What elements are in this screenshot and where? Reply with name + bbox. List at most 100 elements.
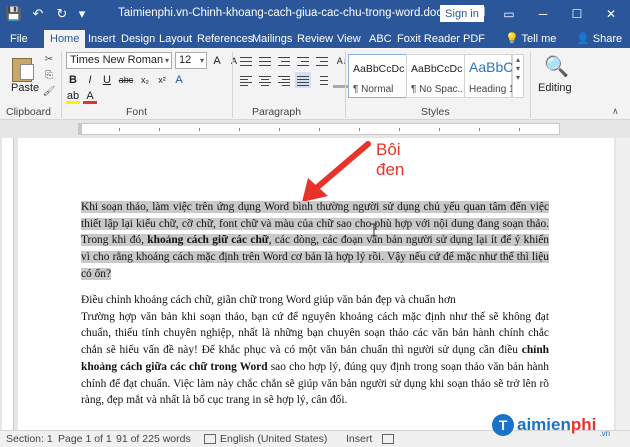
maximize-icon[interactable]: ☐ xyxy=(560,0,594,28)
tab-home[interactable]: Home xyxy=(44,30,86,48)
customize-qat-icon[interactable]: ▾ xyxy=(76,4,88,24)
logo-text-b: phi xyxy=(570,415,597,434)
align-center-icon[interactable] xyxy=(257,72,273,88)
numbering-icon[interactable] xyxy=(257,53,273,69)
increase-indent-icon[interactable] xyxy=(314,53,330,69)
grow-font-icon[interactable]: A xyxy=(210,53,224,69)
save-icon[interactable]: 💾 xyxy=(4,4,24,24)
tab-abc[interactable]: ABC xyxy=(369,30,392,48)
style-preview: AaBbCcDc xyxy=(411,63,463,75)
word-count[interactable]: 91 of 225 words xyxy=(116,433,191,445)
style-normal[interactable]: AaBbCcDc ¶ Normal xyxy=(348,54,408,98)
annotation-line-1: Bôi xyxy=(376,140,401,159)
sign-in-button[interactable]: Sign in xyxy=(440,5,484,22)
quick-access-toolbar: 💾 ↶ ↻ ▾ xyxy=(4,4,88,24)
vertical-ruler[interactable] xyxy=(2,138,14,430)
macro-recording-icon[interactable] xyxy=(382,434,394,444)
styles-gallery-scroll[interactable]: ▴ ▾ ▾ xyxy=(512,54,524,98)
style-heading-1[interactable]: AaBbC Heading 1 xyxy=(464,54,515,98)
language-indicator[interactable]: English (United States) xyxy=(220,433,327,445)
tab-mailings[interactable]: Mailings xyxy=(252,30,292,48)
page-indicator[interactable]: Page 1 of 1 xyxy=(58,433,112,445)
style-no-spacing[interactable]: AaBbCcDc ¶ No Spac... xyxy=(406,54,466,98)
text-cursor-icon xyxy=(371,223,377,237)
tab-design[interactable]: Design xyxy=(121,30,155,48)
minimize-icon[interactable]: ─ xyxy=(526,0,560,28)
justify-icon[interactable] xyxy=(295,72,311,88)
group-divider xyxy=(345,52,346,118)
tab-review[interactable]: Review xyxy=(297,30,333,48)
editing-button[interactable]: Editing xyxy=(538,82,572,94)
style-name: ¶ Normal xyxy=(353,84,394,95)
chevron-down-icon: ▾ xyxy=(199,56,204,65)
font-row-2: B I U abc x₂ x² A xyxy=(66,72,186,88)
tell-me-search[interactable]: 💡 Tell me xyxy=(505,30,556,48)
format-painter-icon[interactable]: 🖌 xyxy=(42,86,56,98)
logo-text-a: aimien xyxy=(517,415,571,434)
vertical-scrollbar[interactable] xyxy=(616,138,630,430)
cut-icon[interactable]: ✂ xyxy=(42,54,56,66)
undo-icon[interactable]: ↶ xyxy=(28,4,48,24)
logo-text: aimienphi xyxy=(517,415,596,435)
paste-icon[interactable] xyxy=(10,54,34,82)
font-row-1: A A xyxy=(210,53,241,69)
clipboard-group-label: Clipboard xyxy=(6,106,51,118)
font-row-3: ab A xyxy=(66,88,97,104)
ribbon-display-options-icon[interactable]: ▭ xyxy=(492,0,526,28)
align-right-icon[interactable] xyxy=(276,72,292,88)
multilevel-list-icon[interactable] xyxy=(276,53,292,69)
close-icon[interactable]: ✕ xyxy=(594,0,628,28)
tab-file[interactable]: File xyxy=(10,30,28,48)
window-title: Taimienphi.vn-Chinh-khoang-cach-giua-cac… xyxy=(118,7,486,19)
font-name-dropdown[interactable]: Times New Roman ▾ xyxy=(66,52,172,69)
body-paragraph[interactable]: Điều chỉnh khoảng cách chữ, giãn chữ tro… xyxy=(81,292,549,409)
align-left-icon[interactable] xyxy=(238,72,254,88)
tab-foxit-reader-pdf[interactable]: Foxit Reader PDF xyxy=(397,30,485,48)
bullets-icon[interactable] xyxy=(238,53,254,69)
italic-button[interactable]: I xyxy=(83,72,97,88)
highlight-color-icon[interactable]: ab xyxy=(66,88,80,104)
group-divider xyxy=(61,52,62,118)
copy-icon[interactable]: ⎘ xyxy=(42,70,56,82)
logo-mark: T xyxy=(492,414,514,436)
font-color-icon[interactable]: A xyxy=(83,88,97,104)
superscript-button[interactable]: x² xyxy=(155,72,169,88)
share-button[interactable]: 👤 Share xyxy=(576,30,622,48)
paste-button-label[interactable]: Paste xyxy=(11,82,39,94)
section-indicator[interactable]: Section: 1 xyxy=(6,433,53,445)
subscript-button[interactable]: x₂ xyxy=(138,72,152,88)
tab-insert[interactable]: Insert xyxy=(88,30,116,48)
redo-icon[interactable]: ↻ xyxy=(52,4,72,24)
font-size-value: 12 xyxy=(179,54,192,66)
tab-references[interactable]: References xyxy=(197,30,253,48)
bold-button[interactable]: B xyxy=(66,72,80,88)
annotation-label: Bôi đen xyxy=(376,140,404,180)
insert-mode-indicator[interactable]: Insert xyxy=(346,433,372,445)
body-paragraph-2: Trường hợp văn bản khi soạn thảo, bạn cứ… xyxy=(81,309,549,409)
style-preview: AaBbC xyxy=(469,59,514,75)
underline-button[interactable]: U xyxy=(100,72,114,88)
text-line: Điều chỉnh khoảng cách chữ, giãn chữ tro… xyxy=(81,294,456,306)
annotation-line-2: đen xyxy=(376,160,405,179)
tab-layout[interactable]: Layout xyxy=(159,30,192,48)
proofing-icon[interactable] xyxy=(204,434,216,444)
ribbon-home: Paste ✂ ⎘ 🖌 Clipboard Times New Roman ▾ … xyxy=(0,48,630,120)
selected-paragraph[interactable]: Khi soạn thảo, làm việc trên ứng dụng Wo… xyxy=(81,199,549,283)
strikethrough-button[interactable]: abc xyxy=(117,72,135,88)
line-spacing-icon[interactable] xyxy=(314,72,330,88)
window-controls: ▭ ─ ☐ ✕ xyxy=(492,0,628,28)
tab-view[interactable]: View xyxy=(337,30,361,48)
font-size-dropdown[interactable]: 12 ▾ xyxy=(175,52,207,69)
search-icon[interactable]: 🔍 xyxy=(544,54,569,78)
style-preview: AaBbCcDc xyxy=(353,63,405,75)
taimienphi-logo: T aimienphi .vn xyxy=(492,412,610,438)
group-divider xyxy=(232,52,233,118)
selected-text: Khi soạn thảo, làm việc trên ứng dụng Wo… xyxy=(81,201,549,280)
shading-icon[interactable] xyxy=(333,72,349,88)
collapse-ribbon-icon[interactable]: ∧ xyxy=(612,106,619,117)
style-name: ¶ No Spac... xyxy=(411,84,466,95)
text-effects-icon[interactable]: A xyxy=(172,72,186,88)
decrease-indent-icon[interactable] xyxy=(295,53,311,69)
horizontal-ruler[interactable] xyxy=(78,123,560,135)
bold-text-run: khoảng cách giữ các chữ xyxy=(147,234,269,247)
